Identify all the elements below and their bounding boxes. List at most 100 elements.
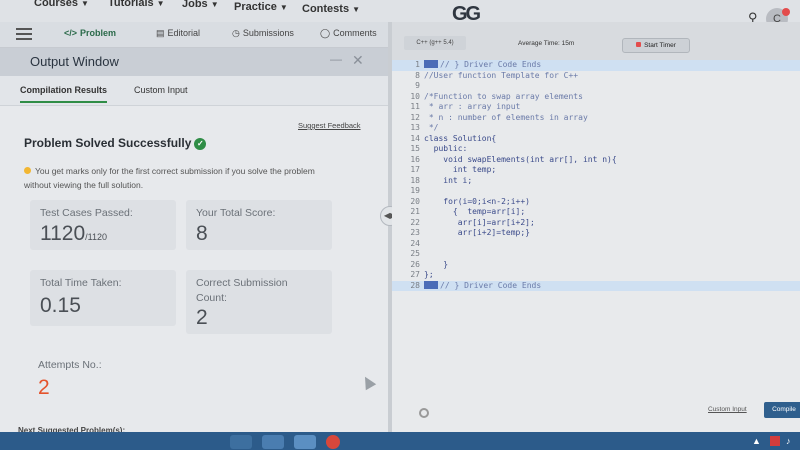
line-number: 13	[410, 123, 420, 132]
nav-jobs[interactable]: Jobs ▼	[182, 0, 219, 10]
line-number: 24	[410, 238, 420, 248]
taskbar-app-icon[interactable]	[262, 435, 284, 449]
custom-input-button[interactable]: Custom Input	[708, 406, 747, 413]
editor-panel: C++ (g++ 5.4) Average Time: 15m Start Ti…	[392, 22, 800, 432]
code-line[interactable]: 24	[392, 239, 800, 250]
total-score-card: Your Total Score: 8	[186, 200, 332, 250]
code-text: int temp;	[424, 165, 497, 174]
minimize-icon[interactable]: —	[330, 52, 342, 66]
menu-icon[interactable]	[16, 28, 32, 40]
line-number: 11	[410, 102, 420, 111]
code-line[interactable]: 16 void swapElements(int arr[], int n){	[392, 155, 800, 166]
tab-compilation-results[interactable]: Compilation Results	[20, 85, 108, 103]
selection-marker	[424, 60, 438, 68]
code-line[interactable]: 17 int temp;	[392, 165, 800, 176]
code-text: int i;	[424, 175, 473, 185]
code-line[interactable]: 21 { temp=arr[i];	[392, 207, 800, 218]
line-number: 10	[410, 91, 420, 101]
compile-button[interactable]: Compile	[764, 402, 800, 418]
attempts-card: Attempts No.: 2	[28, 352, 174, 408]
code-line[interactable]: 19	[392, 186, 800, 197]
chevron-down-icon: ▼	[81, 0, 89, 8]
notification-badge	[782, 8, 790, 16]
tab-custom-input[interactable]: Custom Input	[134, 85, 188, 95]
code-text: for(i=0;i<n-2;i++)	[424, 196, 530, 206]
status-heading: Problem Solved Successfully ✓	[24, 136, 207, 150]
marks-note-text: You get marks only for the first correct…	[24, 166, 315, 190]
tab-label: Problem	[80, 28, 117, 38]
editor-toolbar: C++ (g++ 5.4) Average Time: 15m Start Ti…	[392, 22, 800, 62]
tests-passed-count: 1120	[40, 222, 86, 245]
code-line[interactable]: 15 public:	[392, 144, 800, 155]
volume-icon[interactable]: ♪	[786, 436, 791, 446]
tab-label: Editorial	[167, 28, 201, 38]
lightbulb-icon	[24, 167, 31, 174]
check-circle-icon: ✓	[194, 138, 207, 150]
code-line[interactable]: 12 * n : number of elements in array	[392, 113, 800, 124]
code-line[interactable]: 20 for(i=0;i<n-2;i++)	[392, 197, 800, 208]
code-editor[interactable]: 1 // } Driver Code Ends 8 //User function T…	[392, 58, 800, 308]
code-line[interactable]: 8 //User function Template for C++	[392, 71, 800, 82]
code-line[interactable]: 25	[392, 249, 800, 260]
line-number: 16	[410, 154, 420, 164]
code-line[interactable]: 26 }	[392, 260, 800, 271]
code-line[interactable]: 18 int i;	[392, 176, 800, 187]
problem-tab-bar: </> Problem ▤ Editorial ◷ Submissions ◯ Comm…	[0, 22, 392, 48]
top-nav: Courses ▼ Tutorials ▼ Jobs ▼ Practice ▼ Cont…	[0, 0, 800, 30]
code-line[interactable]: 1 // } Driver Code Ends	[392, 60, 800, 71]
code-line[interactable]: 11 * arr : array input	[392, 102, 800, 113]
tab-comments[interactable]: ◯ Comments	[320, 28, 377, 39]
nav-contests[interactable]: Contests ▼	[302, 3, 360, 15]
taskbar-app-icon[interactable]	[230, 435, 252, 449]
code-text: };	[424, 270, 434, 279]
suggest-feedback-link[interactable]: Suggest Feedback	[298, 121, 361, 130]
line-number: 9	[415, 81, 420, 90]
nav-practice[interactable]: Practice ▼	[234, 1, 288, 13]
code-text: // } Driver Code Ends	[424, 280, 541, 290]
code-text: arr[i+2]=temp;}	[424, 228, 530, 237]
chevron-down-icon: ▼	[156, 0, 165, 8]
start-timer-button[interactable]: Start Timer	[622, 38, 690, 53]
code-line[interactable]: 13 */	[392, 123, 800, 134]
tab-submissions[interactable]: ◷ Submissions	[232, 28, 294, 39]
tab-problem[interactable]: </> Problem	[64, 28, 116, 38]
line-number: 20	[410, 196, 420, 206]
tab-editorial[interactable]: ▤ Editorial	[156, 28, 200, 39]
selection-marker	[424, 280, 438, 289]
correct-submission-value: 2	[196, 306, 208, 329]
chevron-down-icon: ▼	[352, 5, 360, 14]
code-line[interactable]: 28 // } Driver Code Ends	[392, 280, 800, 291]
browser-icon[interactable]	[326, 435, 340, 449]
line-number: 17	[410, 165, 420, 174]
output-window-header: Output Window — ✕	[0, 48, 388, 76]
nav-courses[interactable]: Courses ▼	[34, 0, 89, 9]
taskbar-app-icon[interactable]	[294, 435, 316, 449]
theme-toggle-icon[interactable]	[419, 408, 429, 418]
code-line[interactable]: 10 /*Function to swap array elements	[392, 92, 800, 103]
language-select[interactable]: C++ (g++ 5.4)	[404, 36, 466, 50]
close-icon[interactable]: ✕	[352, 52, 364, 69]
line-number: 22	[410, 217, 420, 227]
output-window-title: Output Window	[30, 54, 119, 69]
nav-tutorials[interactable]: Tutorials ▼	[108, 0, 165, 9]
tests-passed-card: Test Cases Passed: 1120/1120	[30, 200, 176, 250]
line-number: 14	[410, 133, 420, 143]
code-line[interactable]: 27};	[392, 270, 800, 281]
line-number: 25	[410, 249, 420, 258]
code-line[interactable]: 9	[392, 81, 800, 92]
code-text: // } Driver Code Ends	[424, 60, 541, 69]
code-text: */	[424, 123, 439, 132]
line-number: 23	[410, 228, 420, 237]
code-text: class Solution{	[424, 133, 497, 143]
code-line[interactable]: 23 arr[i+2]=temp;}	[392, 228, 800, 239]
tests-passed-label: Test Cases Passed:	[40, 207, 133, 219]
code-line[interactable]: 14 class Solution{	[392, 134, 800, 145]
line-number: 27	[410, 270, 420, 279]
tray-flag-icon[interactable]	[770, 436, 780, 446]
tray-arrow-icon[interactable]: ▲	[752, 436, 761, 446]
code-line[interactable]: 22 arr[i]=arr[i+2];	[392, 218, 800, 229]
output-panel: Output Window — ✕ Compilation Results Cu…	[0, 48, 388, 450]
code-text: public:	[424, 144, 468, 153]
timer-icon	[636, 42, 642, 47]
attempts-label: Attempts No.:	[38, 359, 102, 371]
